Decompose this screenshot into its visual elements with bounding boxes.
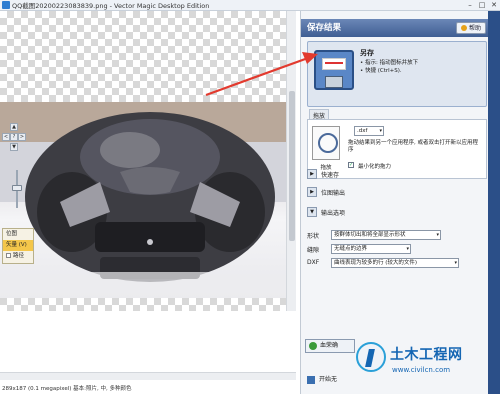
shape-value: 按群体切出和将全部显示形状 <box>334 232 406 238</box>
finish-label: 血荣确 <box>320 342 339 349</box>
format-dropdown[interactable]: .dxf ▾ <box>354 126 384 136</box>
pan-right-button[interactable]: > <box>18 133 26 141</box>
gap-dropdown[interactable]: 无缝点的边界 ▾ <box>331 244 411 254</box>
pan-up-button[interactable]: ▲ <box>10 123 18 131</box>
watermark-title: 土木工程网 <box>390 347 463 363</box>
watermark: 土木工程网 www.civilcn.com <box>356 340 496 384</box>
pan-controls: ▲ < ? > ▼ <box>2 123 26 161</box>
floppy-disk-icon[interactable] <box>314 50 354 90</box>
quick-save-toggle[interactable]: ▶ 快速存 <box>307 169 487 181</box>
panel-title: 保存结果 <box>307 23 342 33</box>
chevron-down-icon: ▾ <box>379 128 382 134</box>
dxf-value: 曲线表现为较多的行 (较大的文件) <box>334 260 418 266</box>
output-options-label: 输出选项 <box>321 210 346 217</box>
restart-label: 开始无 <box>319 376 338 383</box>
chevron-down-icon: ▾ <box>454 260 457 266</box>
pan-center-button[interactable]: ? <box>10 133 18 141</box>
pan-left-button[interactable]: < <box>2 133 10 141</box>
document-icon[interactable] <box>312 126 340 160</box>
disk-label <box>322 58 346 70</box>
shape-dropdown[interactable]: 按群体切出和将全部显示形状 ▾ <box>331 230 441 240</box>
save-as-hint: • 指示: 指动图标并放下 <box>360 60 419 66</box>
save-as-title: 另存 <box>360 49 374 57</box>
bitmap-output-toggle[interactable]: ▶ 位图输出 <box>307 187 487 199</box>
chevron-down-icon: ▼ <box>307 207 317 217</box>
watermark-logo <box>356 342 386 372</box>
window-right-edge <box>488 11 500 394</box>
watermark-url: www.civilcn.com <box>392 366 451 374</box>
paths-checkbox[interactable] <box>6 253 11 258</box>
chevron-down-icon: ▾ <box>436 232 439 238</box>
status-bar: 289x187 (0.1 megapixel) 基本:照片, 中, 多种颜色 <box>2 386 132 392</box>
quick-save-label: 快速存 <box>321 172 340 179</box>
close-button[interactable]: ✕ <box>488 0 500 11</box>
canvas-horizontal-scrollbar[interactable] <box>0 372 296 380</box>
shape-label: 形状 <box>307 233 320 240</box>
drag-description: 拖动结果到另一个应用程序, 或者双击打开新以应用程序 <box>348 140 478 153</box>
gap-value: 无缝点的边界 <box>334 246 368 252</box>
gap-label: 缝隙 <box>307 247 320 254</box>
window-title: QQ截图20200223083839.png - Vector Magic De… <box>12 2 210 10</box>
help-button[interactable]: 帮助 <box>455 22 486 34</box>
output-options-box: 形状 按群体切出和将全部显示形状 ▾ 缝隙 无缝点的边界 ▾ DXF 曲线表现为较多… <box>307 229 487 273</box>
output-options-toggle[interactable]: ▼ 输出选项 <box>307 207 487 219</box>
vectorized-car-image <box>0 102 286 298</box>
chevron-right-icon: ▶ <box>307 187 317 197</box>
maximize-button[interactable]: □ <box>476 0 488 11</box>
dxf-dropdown[interactable]: 曲线表现为较多的行 (较大的文件) ▾ <box>331 258 459 268</box>
save-as-box[interactable]: 另存 • 指示: 指动图标并放下 • 快捷 (Ctrl+S). <box>307 41 487 107</box>
pan-down-button[interactable]: ▼ <box>10 143 18 151</box>
save-as-shortcut: • 快捷 (Ctrl+S). <box>360 68 402 74</box>
view-bitmap-option[interactable]: 位图 <box>3 229 33 240</box>
finish-button[interactable]: 血荣确 <box>305 339 355 353</box>
help-label: 帮助 <box>468 25 481 32</box>
scroll-thumb[interactable] <box>289 91 295 241</box>
chevron-right-icon: ▶ <box>307 169 317 179</box>
restart-button[interactable]: 开始无 <box>305 373 355 387</box>
view-vector-option[interactable]: 矢量 (V) <box>3 240 33 251</box>
app-icon <box>2 1 10 9</box>
title-bar: QQ截图20200223083839.png - Vector Magic De… <box>0 0 500 11</box>
view-paths-label: 路径 <box>13 253 25 259</box>
minimize-button[interactable]: – <box>464 0 476 11</box>
format-value: .dxf <box>357 128 368 134</box>
bitmap-output-label: 位图输出 <box>321 190 346 197</box>
window-controls: – □ ✕ <box>464 0 500 11</box>
view-paths-option[interactable]: 路径 <box>3 251 33 262</box>
chevron-down-icon: ▾ <box>406 246 409 252</box>
minimize-checkbox[interactable]: ✓ <box>348 162 354 168</box>
car-illustration <box>0 102 286 298</box>
dxf-label: DXF <box>307 259 320 266</box>
canvas-vertical-scrollbar[interactable] <box>286 11 296 311</box>
checkmark-icon <box>309 342 317 350</box>
save-panel: 保存结果 帮助 另存 • 指示: 指动图标并放下 • 快捷 (Ctrl+S). … <box>300 11 499 394</box>
disk-shutter <box>325 76 343 88</box>
panel-header: 保存结果 帮助 <box>301 19 491 37</box>
help-icon <box>460 25 467 31</box>
zoom-slider-knob[interactable] <box>12 185 22 191</box>
restart-icon <box>307 376 315 384</box>
view-mode-selector: 位图 矢量 (V) 路径 <box>2 228 34 264</box>
